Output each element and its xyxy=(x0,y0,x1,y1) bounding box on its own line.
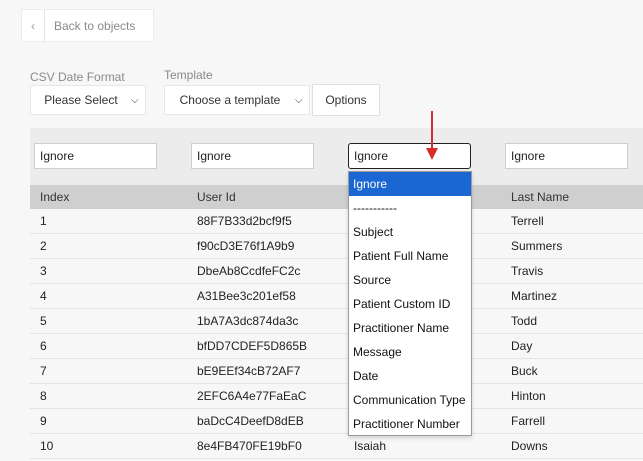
table-row: 2 f90cD3E76f1A9b9 Summers xyxy=(30,234,643,259)
table-row: 9 baDcC4DeefD8dEB Farrell xyxy=(30,409,643,434)
table-row: 5 1bA7A3dc874da3c Todd xyxy=(30,309,643,334)
dropdown-option-source[interactable]: Source xyxy=(349,268,471,292)
mapping-input-1[interactable]: Ignore xyxy=(34,143,157,169)
cell-index: 10 xyxy=(40,439,54,453)
table-row: 7 bE9EEf34cB72AF7 Buck xyxy=(30,359,643,384)
cell-last-name: Martinez xyxy=(511,289,558,303)
template-select[interactable]: Choose a template ⌵ xyxy=(164,85,310,115)
cell-index: 2 xyxy=(40,239,47,253)
dropdown-option-separator[interactable]: ----------- xyxy=(349,196,471,220)
cell-index: 6 xyxy=(40,339,47,353)
cell-user-id: bE9EEf34cB72AF7 xyxy=(197,364,301,378)
options-button[interactable]: Options xyxy=(312,84,380,116)
cell-first-name: Isaiah xyxy=(354,439,387,453)
cell-last-name: Terrell xyxy=(511,214,544,228)
dropdown-option-ignore[interactable]: Ignore xyxy=(349,172,471,196)
dropdown-option-communication-type[interactable]: Communication Type xyxy=(349,388,471,412)
cell-user-id: 2EFC6A4e77FaEaC xyxy=(197,389,307,403)
mapping-input-2[interactable]: Ignore xyxy=(191,143,314,169)
cell-index: 7 xyxy=(40,364,47,378)
csv-date-format-label: CSV Date Format xyxy=(30,70,125,84)
red-arrow-annotation-icon xyxy=(426,111,438,160)
cell-index: 1 xyxy=(40,214,47,228)
header-user-id: User Id xyxy=(197,190,236,204)
template-label: Template xyxy=(164,68,213,82)
cell-last-name: Day xyxy=(511,339,533,353)
table-row: 1 88F7B33d2bcf9f5 Terrell xyxy=(30,209,643,234)
cell-last-name: Downs xyxy=(511,439,548,453)
back-to-objects-button[interactable]: ‹ Back to objects xyxy=(21,9,154,42)
csv-date-format-value: Please Select xyxy=(44,93,118,107)
table-header: Index User Id Last Name xyxy=(30,185,643,209)
mapping-input-4[interactable]: Ignore xyxy=(505,143,628,169)
table-body: 1 88F7B33d2bcf9f5 Terrell 2 f90cD3E76f1A… xyxy=(30,209,643,459)
dropdown-option-practitioner-number[interactable]: Practitioner Number xyxy=(349,412,471,436)
cell-user-id: DbeAb8CcdfeFC2c xyxy=(197,264,301,278)
column-mapping-dropdown[interactable]: Ignore ----------- Subject Patient Full … xyxy=(348,171,472,436)
template-value: Choose a template xyxy=(179,93,281,107)
table-row: 10 8e4FB470FE19bF0 Isaiah Downs xyxy=(30,434,643,459)
cell-user-id: baDcC4DeefD8dEB xyxy=(197,414,304,428)
mapping-input-3[interactable]: Ignore xyxy=(348,143,471,169)
table-row: 4 A31Bee3c201ef58 Martinez xyxy=(30,284,643,309)
table-row: 6 bfDD7CDEF5D865B Day xyxy=(30,334,643,359)
cell-user-id: bfDD7CDEF5D865B xyxy=(197,339,308,353)
cell-index: 3 xyxy=(40,264,47,278)
cell-index: 4 xyxy=(40,289,47,303)
cell-user-id: 1bA7A3dc874da3c xyxy=(197,314,299,328)
table-row: 3 DbeAb8CcdfeFC2c Travis xyxy=(30,259,643,284)
back-label: Back to objects xyxy=(54,18,136,33)
cell-index: 8 xyxy=(40,389,47,403)
chevron-left-icon: ‹ xyxy=(22,10,45,41)
cell-index: 9 xyxy=(40,414,47,428)
cell-user-id: 88F7B33d2bcf9f5 xyxy=(197,214,292,228)
cell-last-name: Summers xyxy=(511,239,563,253)
dropdown-option-date[interactable]: Date xyxy=(349,364,471,388)
dropdown-option-subject[interactable]: Subject xyxy=(349,220,471,244)
header-last-name: Last Name xyxy=(511,190,570,204)
cell-last-name: Hinton xyxy=(511,389,546,403)
table-row: 8 2EFC6A4e77FaEaC Hinton xyxy=(30,384,643,409)
cell-user-id: f90cD3E76f1A9b9 xyxy=(197,239,295,253)
cell-last-name: Farrell xyxy=(511,414,546,428)
cell-user-id: 8e4FB470FE19bF0 xyxy=(197,439,302,453)
cell-last-name: Buck xyxy=(511,364,538,378)
chevron-down-icon: ⌵ xyxy=(131,94,139,106)
dropdown-option-message[interactable]: Message xyxy=(349,340,471,364)
header-index: Index xyxy=(40,190,70,204)
cell-last-name: Travis xyxy=(511,264,544,278)
cell-index: 5 xyxy=(40,314,47,328)
cell-last-name: Todd xyxy=(511,314,538,328)
chevron-down-icon: ⌵ xyxy=(295,94,303,106)
dropdown-option-practitioner-name[interactable]: Practitioner Name xyxy=(349,316,471,340)
cell-user-id: A31Bee3c201ef58 xyxy=(197,289,296,303)
dropdown-option-patient-custom-id[interactable]: Patient Custom ID xyxy=(349,292,471,316)
csv-date-format-select[interactable]: Please Select ⌵ xyxy=(30,85,146,115)
dropdown-option-patient-full-name[interactable]: Patient Full Name xyxy=(349,244,471,268)
